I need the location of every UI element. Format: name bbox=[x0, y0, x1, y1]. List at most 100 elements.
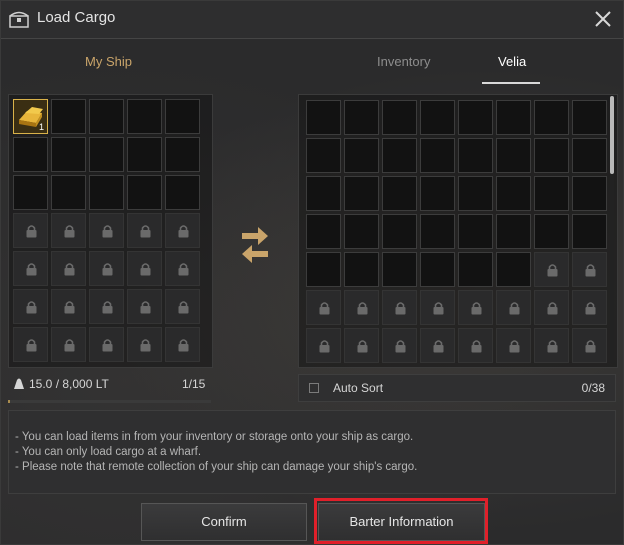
empty-slot[interactable] bbox=[344, 214, 379, 249]
empty-slot[interactable] bbox=[13, 175, 48, 210]
empty-slot[interactable] bbox=[127, 137, 162, 172]
lock-icon bbox=[26, 263, 37, 276]
locked-slot bbox=[382, 290, 417, 325]
lock-icon bbox=[102, 263, 113, 276]
empty-slot[interactable] bbox=[534, 100, 569, 135]
empty-slot[interactable] bbox=[496, 252, 531, 287]
empty-slot[interactable] bbox=[420, 100, 455, 135]
close-icon[interactable] bbox=[593, 9, 613, 29]
empty-slot[interactable] bbox=[127, 99, 162, 134]
tab-velia[interactable]: Velia bbox=[498, 54, 526, 69]
empty-slot[interactable] bbox=[344, 252, 379, 287]
empty-slot[interactable] bbox=[496, 214, 531, 249]
cargo-weight: 15.0 / 8,000 LT bbox=[29, 377, 109, 391]
empty-slot[interactable] bbox=[496, 100, 531, 135]
weight-icon bbox=[14, 378, 24, 389]
empty-slot[interactable] bbox=[534, 176, 569, 211]
empty-slot[interactable] bbox=[306, 252, 341, 287]
empty-slot[interactable] bbox=[572, 214, 607, 249]
empty-slot[interactable] bbox=[89, 137, 124, 172]
locked-slot bbox=[165, 213, 200, 248]
empty-slot[interactable] bbox=[458, 252, 493, 287]
locked-slot bbox=[496, 328, 531, 363]
empty-slot[interactable] bbox=[420, 252, 455, 287]
tab-inventory[interactable]: Inventory bbox=[377, 54, 430, 69]
empty-slot[interactable] bbox=[165, 99, 200, 134]
lock-icon bbox=[357, 340, 368, 353]
empty-slot[interactable] bbox=[496, 176, 531, 211]
empty-slot[interactable] bbox=[572, 100, 607, 135]
lock-icon bbox=[102, 225, 113, 238]
cargo-item-slot[interactable]: 1 bbox=[13, 99, 48, 134]
empty-slot[interactable] bbox=[382, 100, 417, 135]
lock-icon bbox=[471, 302, 482, 315]
notice-box: - You can load items in from your invent… bbox=[8, 410, 616, 494]
active-tab-indicator bbox=[482, 82, 540, 84]
empty-slot[interactable] bbox=[344, 176, 379, 211]
swap-arrows-icon[interactable] bbox=[240, 224, 270, 266]
lock-icon bbox=[102, 301, 113, 314]
locked-slot bbox=[458, 328, 493, 363]
empty-slot[interactable] bbox=[165, 175, 200, 210]
locked-slot bbox=[382, 328, 417, 363]
lock-icon bbox=[178, 263, 189, 276]
empty-slot[interactable] bbox=[572, 138, 607, 173]
empty-slot[interactable] bbox=[458, 100, 493, 135]
lock-icon bbox=[471, 340, 482, 353]
empty-slot[interactable] bbox=[382, 252, 417, 287]
lock-icon bbox=[433, 302, 444, 315]
empty-slot[interactable] bbox=[89, 175, 124, 210]
lock-icon bbox=[26, 225, 37, 238]
locked-slot bbox=[534, 290, 569, 325]
weight-progress-fill bbox=[8, 400, 10, 403]
empty-slot[interactable] bbox=[458, 138, 493, 173]
empty-slot[interactable] bbox=[51, 137, 86, 172]
empty-slot[interactable] bbox=[306, 214, 341, 249]
empty-slot[interactable] bbox=[306, 100, 341, 135]
notice-line: - You can only load cargo at a wharf. bbox=[15, 446, 202, 458]
locked-slot bbox=[420, 328, 455, 363]
locked-slot bbox=[165, 251, 200, 286]
empty-slot[interactable] bbox=[344, 138, 379, 173]
lock-icon bbox=[26, 339, 37, 352]
empty-slot[interactable] bbox=[420, 214, 455, 249]
confirm-button[interactable]: Confirm bbox=[141, 503, 307, 541]
auto-sort-label: Auto Sort bbox=[333, 381, 384, 395]
tab-my-ship: My Ship bbox=[85, 54, 132, 69]
empty-slot[interactable] bbox=[458, 176, 493, 211]
auto-sort-checkbox[interactable] bbox=[309, 383, 319, 393]
lock-icon bbox=[547, 302, 558, 315]
empty-slot[interactable] bbox=[51, 99, 86, 134]
locked-slot bbox=[13, 213, 48, 248]
empty-slot[interactable] bbox=[420, 176, 455, 211]
empty-slot[interactable] bbox=[89, 99, 124, 134]
empty-slot[interactable] bbox=[382, 138, 417, 173]
locked-slot bbox=[572, 328, 607, 363]
empty-slot[interactable] bbox=[127, 175, 162, 210]
empty-slot[interactable] bbox=[344, 100, 379, 135]
storage-scrollbar-thumb[interactable] bbox=[610, 96, 614, 174]
empty-slot[interactable] bbox=[382, 214, 417, 249]
lock-icon bbox=[102, 339, 113, 352]
notice-line: - You can load items in from your invent… bbox=[15, 431, 414, 443]
empty-slot[interactable] bbox=[534, 214, 569, 249]
empty-slot[interactable] bbox=[420, 138, 455, 173]
empty-slot[interactable] bbox=[306, 176, 341, 211]
lock-icon bbox=[64, 263, 75, 276]
empty-slot[interactable] bbox=[572, 176, 607, 211]
locked-slot bbox=[127, 213, 162, 248]
locked-slot bbox=[51, 213, 86, 248]
empty-slot[interactable] bbox=[13, 137, 48, 172]
locked-slot bbox=[127, 327, 162, 362]
empty-slot[interactable] bbox=[306, 138, 341, 173]
lock-icon bbox=[140, 225, 151, 238]
locked-slot bbox=[127, 289, 162, 324]
empty-slot[interactable] bbox=[51, 175, 86, 210]
lock-icon bbox=[178, 339, 189, 352]
empty-slot[interactable] bbox=[496, 138, 531, 173]
empty-slot[interactable] bbox=[534, 138, 569, 173]
locked-slot bbox=[458, 290, 493, 325]
empty-slot[interactable] bbox=[382, 176, 417, 211]
empty-slot[interactable] bbox=[458, 214, 493, 249]
empty-slot[interactable] bbox=[165, 137, 200, 172]
